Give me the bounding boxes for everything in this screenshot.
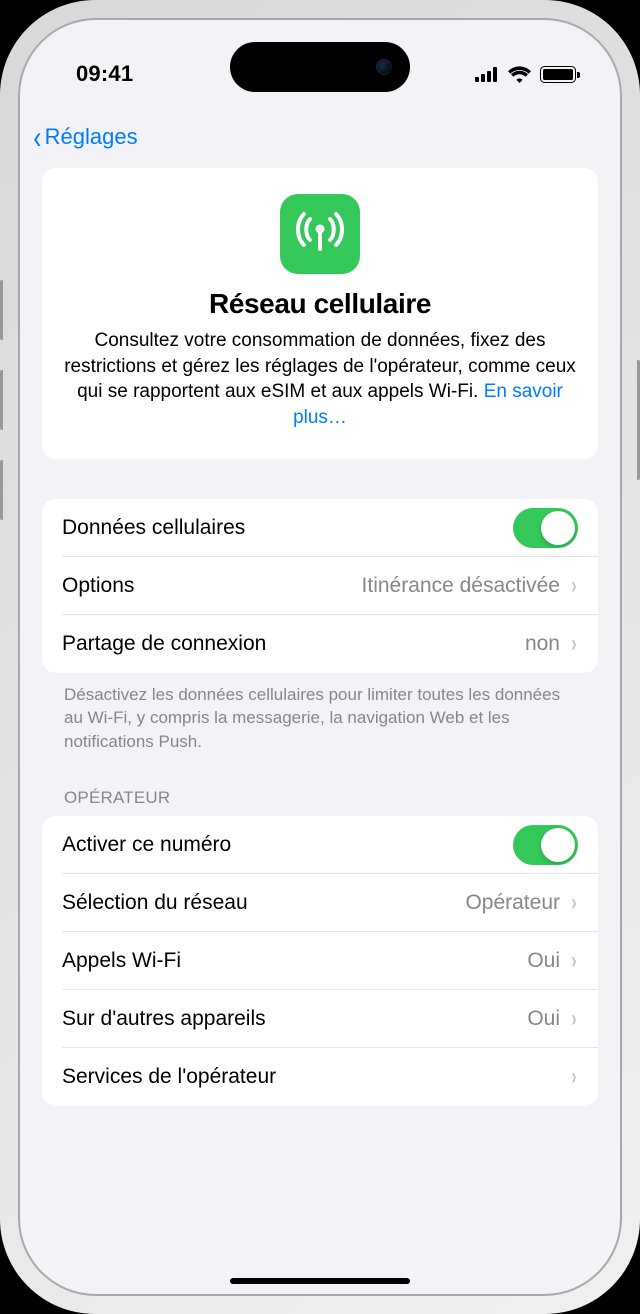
hotspot-row[interactable]: Partage de connexion non › [42,615,598,673]
back-button[interactable]: ‹ Réglages [32,121,138,153]
nav-bar: ‹ Réglages [18,106,622,168]
cellular-section: Données cellulaires Options Itinérance d… [42,499,598,673]
network-value: Opérateur [465,891,560,915]
cellular-data-label: Données cellulaires [62,516,513,540]
operator-section: Activer ce numéro Sélection du réseau Op… [42,816,598,1106]
hotspot-label: Partage de connexion [62,632,525,656]
cellular-data-row[interactable]: Données cellulaires [42,499,598,557]
hero-card: Réseau cellulaire Consultez votre consom… [42,168,598,459]
phone-frame: 09:41 ‹ Réglages [0,0,640,1314]
wifi-calls-row[interactable]: Appels Wi-Fi Oui › [42,932,598,990]
other-devices-row[interactable]: Sur d'autres appareils Oui › [42,990,598,1048]
other-devices-value: Oui [527,1007,560,1031]
chevron-right-icon: › [571,572,576,600]
content: Réseau cellulaire Consultez votre consom… [18,168,622,1106]
carrier-services-row[interactable]: Services de l'opérateur › [42,1048,598,1106]
options-row[interactable]: Options Itinérance désactivée › [42,557,598,615]
carrier-services-label: Services de l'opérateur [62,1065,560,1089]
status-indicators [475,66,576,83]
chevron-right-icon: › [571,889,576,917]
cellular-signal-icon [475,67,499,82]
options-label: Options [62,574,362,598]
cellular-antenna-icon [280,194,360,274]
wifi-calls-label: Appels Wi-Fi [62,949,527,973]
network-selection-row[interactable]: Sélection du réseau Opérateur › [42,874,598,932]
front-camera [376,59,392,75]
home-indicator[interactable] [230,1278,410,1284]
activate-label: Activer ce numéro [62,833,513,857]
chevron-right-icon: › [571,1005,576,1033]
wifi-calls-value: Oui [527,949,560,973]
chevron-right-icon: › [571,1063,576,1091]
status-time: 09:41 [76,61,133,87]
wifi-icon [508,66,531,83]
dynamic-island [230,42,410,92]
chevron-right-icon: › [571,947,576,975]
cellular-footer-text: Désactivez les données cellulaires pour … [42,673,598,754]
hotspot-value: non [525,632,560,656]
activate-toggle[interactable] [513,825,578,865]
back-label: Réglages [45,124,138,150]
operator-section-header: OPÉRATEUR [42,788,598,816]
screen: 09:41 ‹ Réglages [18,18,622,1296]
other-devices-label: Sur d'autres appareils [62,1007,527,1031]
battery-icon [540,66,576,83]
page-title: Réseau cellulaire [62,288,578,320]
cellular-data-toggle[interactable] [513,508,578,548]
network-label: Sélection du réseau [62,891,465,915]
options-value: Itinérance désactivée [362,574,560,598]
chevron-right-icon: › [571,630,576,658]
hero-description: Consultez votre consommation de données,… [62,328,578,431]
activate-number-row[interactable]: Activer ce numéro [42,816,598,874]
chevron-left-icon: ‹ [33,121,41,153]
